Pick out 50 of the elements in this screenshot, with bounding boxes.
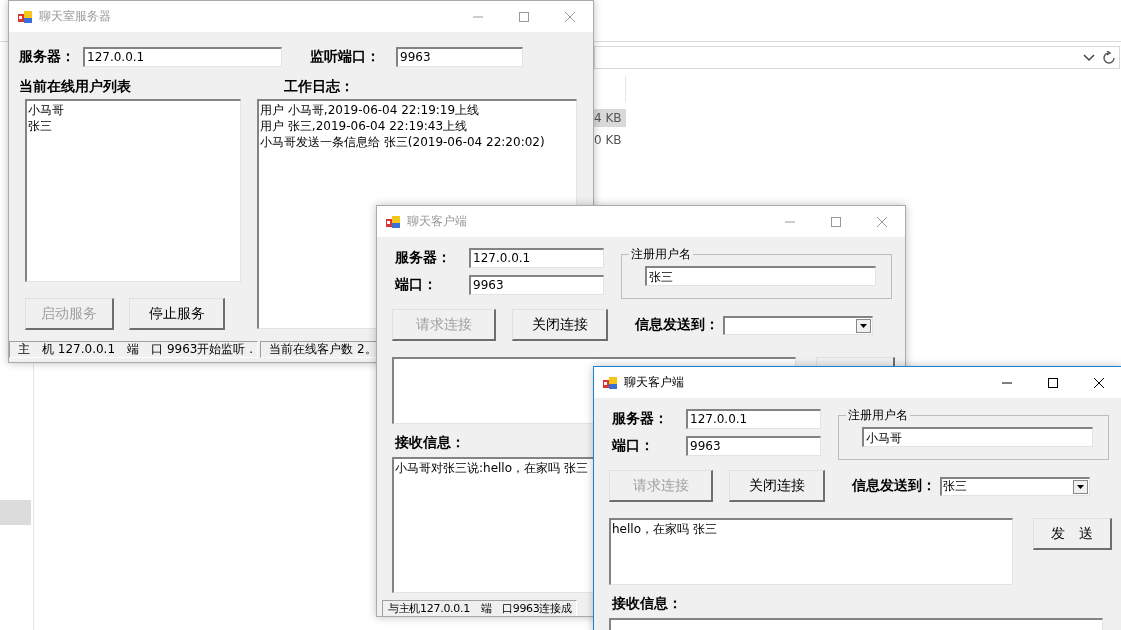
stop-service-button[interactable]: 停止服务 (129, 298, 225, 330)
disconnect-button[interactable]: 关闭连接 (512, 309, 608, 341)
recipient-dropdown[interactable]: 张三 (940, 476, 1090, 496)
app-icon (602, 374, 618, 391)
log-heading: 工作日志： (284, 77, 355, 96)
recipient-dropdown[interactable] (723, 315, 873, 335)
refresh-icon[interactable] (1102, 51, 1116, 65)
user-list-item[interactable]: 张三 (28, 118, 239, 134)
close-icon[interactable] (1093, 376, 1105, 389)
send-to-label: 信息发送到： (852, 477, 936, 495)
server-label: 服务器： (394, 249, 452, 267)
server-field[interactable]: 127.0.0.1 (686, 409, 821, 429)
send-to-label: 信息发送到： (635, 316, 719, 334)
send-button[interactable]: 发 送 (1033, 518, 1112, 550)
receive-label: 接收信息： (612, 594, 682, 613)
status-panel: 主 机 127.0.0.1 端 口 9963开始监听 . (9, 341, 259, 358)
server-field[interactable]: 127.0.0.1 (469, 248, 604, 268)
group-title: 注册用户名 (847, 407, 909, 424)
server-field[interactable]: 127.0.0.1 (83, 47, 282, 67)
user-list[interactable]: 小马哥 张三 (25, 99, 241, 282)
port-field[interactable]: 9963 (686, 436, 821, 456)
file-size-cell[interactable]: 4 KB (594, 109, 626, 127)
server-label: 服务器： (611, 410, 669, 428)
username-field[interactable]: 小马哥 (862, 427, 1093, 447)
server-label: 服务器： (19, 48, 75, 66)
user-list-item[interactable]: 小马哥 (28, 102, 239, 118)
receive-label: 接收信息： (395, 433, 465, 452)
window-title: 聊天室服务器 (39, 8, 111, 25)
group-title: 注册用户名 (630, 246, 692, 263)
log-line: 小马哥发送一条信息给 张三(2019-06-04 22:20:02) (260, 134, 546, 150)
port-label: 监听端口： (310, 48, 380, 66)
received-message: 小马哥对张三说:hello，在家吗 张三 (395, 460, 589, 476)
port-label: 端口： (394, 276, 438, 294)
maximize-icon[interactable] (1047, 376, 1059, 389)
app-icon (385, 213, 401, 230)
port-field[interactable]: 9963 (396, 47, 523, 67)
app-icon (17, 8, 33, 25)
log-line: 用户 张三,2019-06-04 22:19:43上线 (260, 118, 469, 134)
window-title: 聊天客户端 (407, 213, 467, 230)
message-input[interactable]: hello，在家吗 张三 (609, 518, 1013, 585)
disconnect-button[interactable]: 关闭连接 (729, 470, 825, 502)
log-line: 用户 小马哥,2019-06-04 22:19:19上线 (260, 102, 481, 118)
window-title: 聊天客户端 (624, 374, 684, 391)
port-field[interactable]: 9963 (469, 275, 604, 295)
username-field[interactable]: 张三 (645, 266, 876, 286)
port-label: 端口： (611, 437, 655, 455)
status-panel: 与主机127.0.0.1 端 口9963连接成 (382, 600, 577, 616)
user-list-heading: 当前在线用户列表 (19, 77, 132, 96)
chevron-down-icon[interactable] (1083, 54, 1095, 62)
file-size-cell[interactable]: 0 KB (594, 131, 626, 149)
